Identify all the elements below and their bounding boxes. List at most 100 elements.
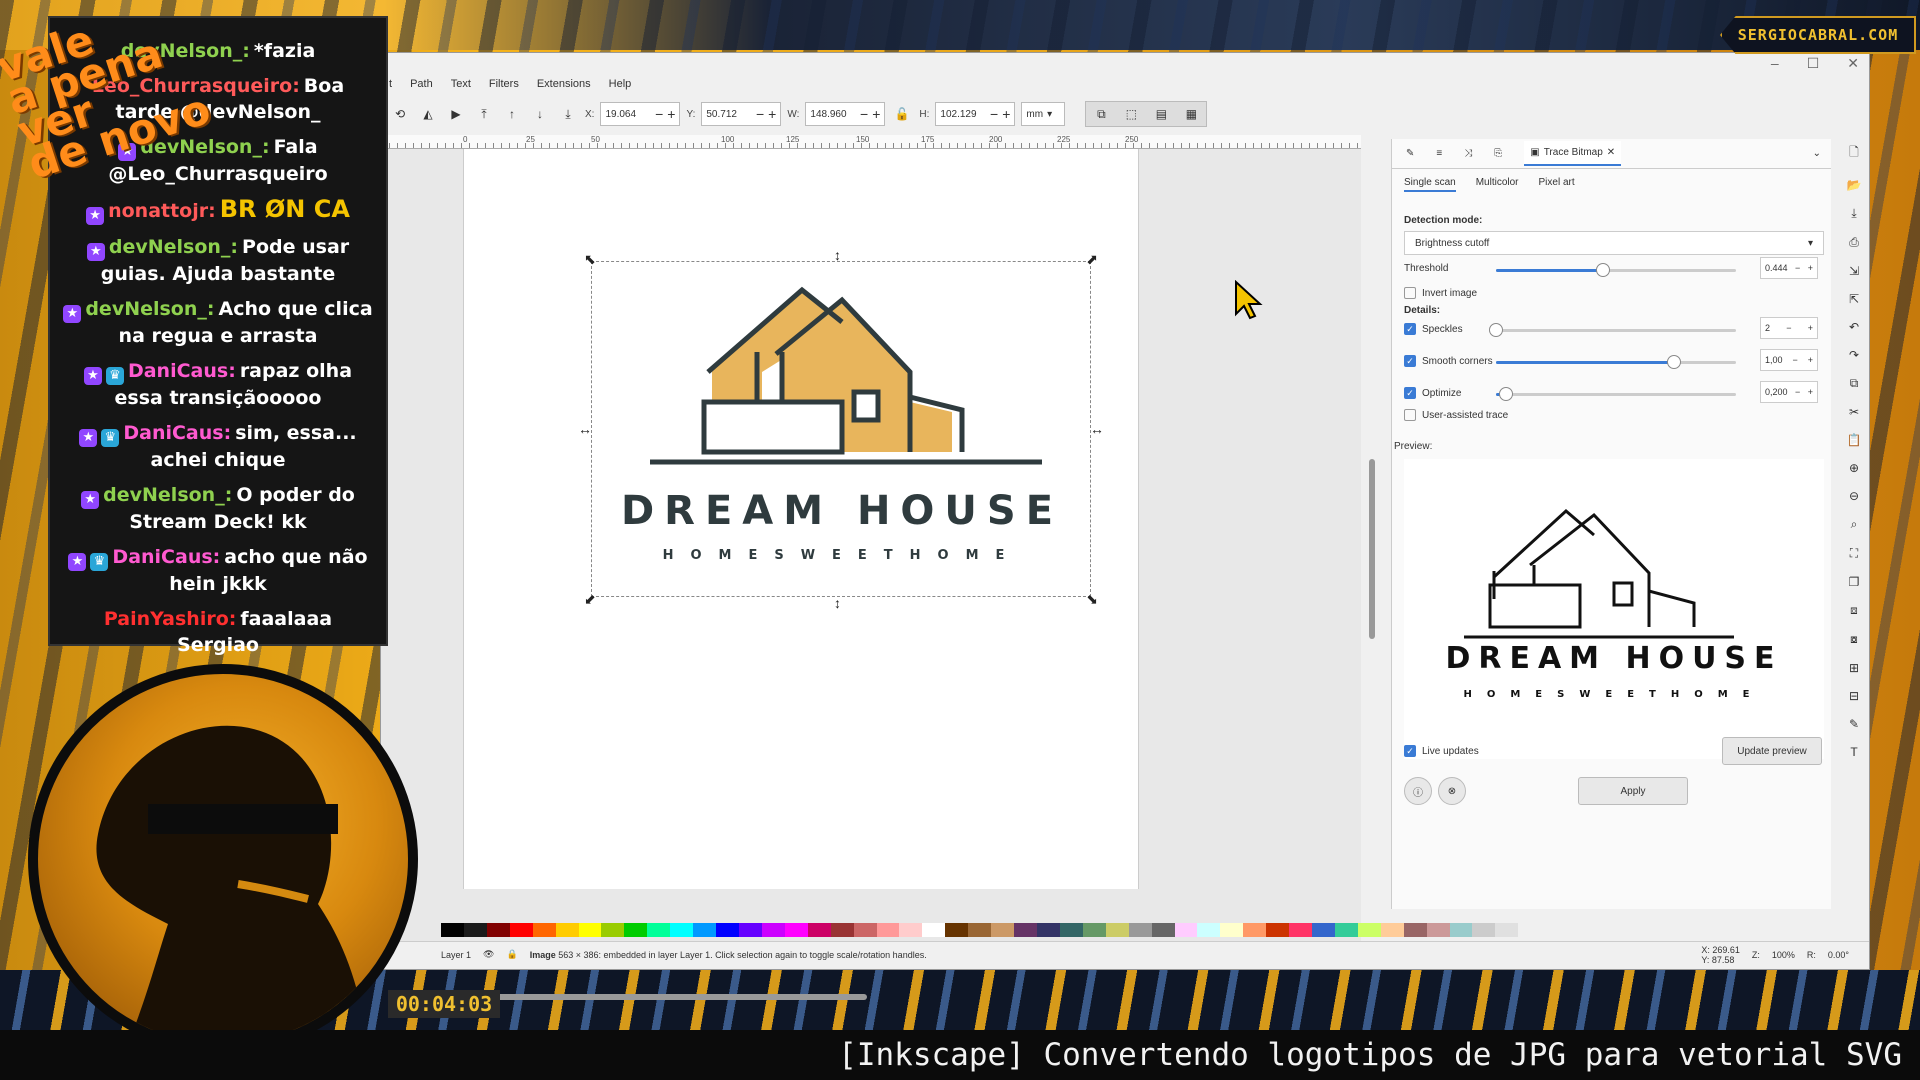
plus-icon[interactable]: + bbox=[1808, 387, 1813, 397]
export-icon[interactable]: ⇱ bbox=[1849, 292, 1859, 306]
print-icon[interactable]: ⎙ bbox=[1849, 235, 1859, 250]
palette-swatch[interactable] bbox=[647, 923, 671, 937]
menu-item-help[interactable]: Help bbox=[609, 78, 632, 90]
zoom-in-icon[interactable]: ⊕ bbox=[1849, 461, 1859, 475]
menu-item-path[interactable]: Path bbox=[410, 78, 433, 90]
group-icon[interactable]: ⊞ bbox=[1849, 661, 1859, 675]
speckles-slider[interactable] bbox=[1489, 323, 1736, 337]
plus-icon[interactable]: + bbox=[1808, 323, 1813, 333]
palette-swatch[interactable] bbox=[1014, 923, 1037, 937]
plus-icon[interactable]: + bbox=[1808, 263, 1813, 273]
threshold-slider-knob[interactable] bbox=[1595, 263, 1610, 277]
palette-swatch[interactable] bbox=[1289, 923, 1313, 937]
palette-swatch[interactable] bbox=[761, 923, 785, 937]
zoom-out-icon[interactable]: ⊖ bbox=[1849, 489, 1859, 503]
palette-swatch[interactable] bbox=[738, 923, 762, 937]
maximize-icon[interactable]: ☐ bbox=[1807, 55, 1820, 72]
zoom-field[interactable]: 100% bbox=[1772, 950, 1795, 960]
palette-swatch[interactable] bbox=[1197, 923, 1221, 937]
close-icon[interactable]: ✕ bbox=[1607, 147, 1615, 158]
optimize-spin[interactable]: 0,200 − + bbox=[1760, 381, 1818, 403]
horizontal-ruler[interactable]: 0 25 50 100 125 150 175 200 225 250 bbox=[381, 135, 1361, 149]
menu-item-text[interactable]: Text bbox=[451, 78, 471, 90]
x-field[interactable]: 19.064 − + bbox=[600, 102, 681, 126]
tab-single-scan[interactable]: Single scan bbox=[1404, 177, 1456, 192]
minus-icon[interactable]: − bbox=[990, 106, 998, 122]
optimize-checkbox[interactable]: ✓ bbox=[1404, 387, 1416, 399]
redo-icon[interactable]: ↷ bbox=[1849, 348, 1859, 362]
plus-icon[interactable]: + bbox=[1808, 355, 1813, 365]
speckles-slider-knob[interactable] bbox=[1489, 323, 1503, 337]
palette-swatch[interactable] bbox=[1403, 923, 1427, 937]
threshold-slider[interactable] bbox=[1496, 263, 1736, 277]
raise-icon[interactable]: ↑ bbox=[501, 103, 523, 125]
palette-swatch[interactable] bbox=[441, 923, 464, 937]
lower-to-bottom-icon[interactable]: ⤓ bbox=[557, 103, 579, 125]
smooth-corners-slider-knob[interactable] bbox=[1666, 355, 1681, 369]
chat-username[interactable]: DaniCaus: bbox=[123, 422, 231, 444]
zoom-page-icon[interactable]: ⌕ bbox=[1851, 517, 1858, 532]
fill-stroke-icon[interactable]: ✎ bbox=[1849, 717, 1859, 731]
plus-icon[interactable]: + bbox=[872, 106, 880, 122]
palette-swatch[interactable] bbox=[830, 923, 854, 937]
palette-swatch[interactable] bbox=[1495, 923, 1519, 937]
text-font-icon[interactable]: T bbox=[1850, 745, 1857, 759]
chat-username[interactable]: nonattojr: bbox=[108, 200, 216, 222]
plus-icon[interactable]: + bbox=[667, 106, 675, 122]
y-field[interactable]: 50.712 − + bbox=[701, 102, 782, 126]
scale-handle-icon[interactable]: ↔ bbox=[1090, 422, 1104, 436]
transform-tab-icon[interactable]: ⤨ bbox=[1464, 148, 1472, 159]
flip-vertical-icon[interactable]: ▶ bbox=[445, 103, 467, 125]
threshold-spin[interactable]: 0.444 − + bbox=[1760, 257, 1818, 279]
fill-stroke-tab-icon[interactable]: ✎ bbox=[1406, 148, 1414, 159]
palette-swatch[interactable] bbox=[1243, 923, 1267, 937]
speckles-checkbox[interactable]: ✓ bbox=[1404, 323, 1416, 335]
palette-swatch[interactable] bbox=[1312, 923, 1335, 937]
palette-swatch[interactable] bbox=[1380, 923, 1404, 937]
speckles-spin[interactable]: 2 − + bbox=[1760, 317, 1818, 339]
copy-icon[interactable]: ⧉ bbox=[1850, 376, 1859, 391]
palette-swatch[interactable] bbox=[1449, 923, 1473, 937]
save-icon[interactable]: ⤓ bbox=[1851, 206, 1856, 221]
close-icon[interactable]: ✕ bbox=[1847, 55, 1859, 72]
palette-swatch[interactable] bbox=[1036, 923, 1060, 937]
palette-swatch[interactable] bbox=[968, 923, 992, 937]
minus-icon[interactable]: − bbox=[655, 106, 663, 122]
plus-icon[interactable]: + bbox=[1002, 106, 1010, 122]
align-tab-icon[interactable]: ≡ bbox=[1436, 148, 1442, 159]
update-preview-button[interactable]: Update preview bbox=[1722, 737, 1822, 765]
info-button[interactable]: ⓘ bbox=[1404, 777, 1432, 805]
palette-swatch[interactable] bbox=[532, 923, 556, 937]
palette-swatch[interactable] bbox=[1266, 923, 1290, 937]
palette-swatch[interactable] bbox=[716, 923, 739, 937]
palette-swatch[interactable] bbox=[1472, 923, 1496, 937]
palette-swatch[interactable] bbox=[463, 923, 487, 937]
lower-icon[interactable]: ↓ bbox=[529, 103, 551, 125]
rotate-ccw-icon[interactable]: ⟲ bbox=[389, 103, 411, 125]
menu-item-filters[interactable]: Filters bbox=[489, 78, 519, 90]
palette-swatch[interactable] bbox=[1357, 923, 1381, 937]
menu-item-object[interactable]: t bbox=[389, 78, 392, 90]
plus-icon[interactable]: + bbox=[768, 106, 776, 122]
minus-icon[interactable]: − bbox=[1795, 387, 1800, 397]
lock-icon[interactable]: 🔓 bbox=[891, 103, 913, 125]
minus-icon[interactable]: − bbox=[860, 106, 868, 122]
chat-username[interactable]: DaniCaus: bbox=[128, 360, 236, 382]
palette-swatch[interactable] bbox=[853, 923, 877, 937]
palette-swatch[interactable] bbox=[601, 923, 625, 937]
unlink-clone-icon[interactable]: ⧇ bbox=[1850, 632, 1858, 647]
detection-mode-select[interactable]: Brightness cutoff ▾ bbox=[1404, 231, 1824, 255]
flip-horizontal-icon[interactable]: ◭ bbox=[417, 103, 439, 125]
page[interactable]: ⬉ ↕ ⬈ ↔ ↔ ⬋ ↕ ⬊ DREAM HOUSE HOMESWEETHOM… bbox=[463, 149, 1139, 889]
palette-swatch[interactable] bbox=[1059, 923, 1083, 937]
palette-swatch[interactable] bbox=[555, 923, 579, 937]
chat-username[interactable]: devNelson_: bbox=[109, 236, 238, 258]
w-field[interactable]: 148.960 − + bbox=[805, 102, 886, 126]
scale-stroke-icon[interactable]: ⧉ bbox=[1086, 107, 1116, 122]
palette-swatch[interactable] bbox=[486, 923, 510, 937]
canvas[interactable]: ⬉ ↕ ⬈ ↔ ↔ ⬋ ↕ ⬊ DREAM HOUSE HOMESWEETHOM… bbox=[381, 149, 1375, 1000]
invert-image-checkbox[interactable] bbox=[1404, 287, 1416, 299]
clone-icon[interactable]: ⧈ bbox=[1850, 603, 1858, 618]
palette-swatch[interactable] bbox=[1334, 923, 1358, 937]
minimize-icon[interactable]: – bbox=[1771, 55, 1779, 72]
